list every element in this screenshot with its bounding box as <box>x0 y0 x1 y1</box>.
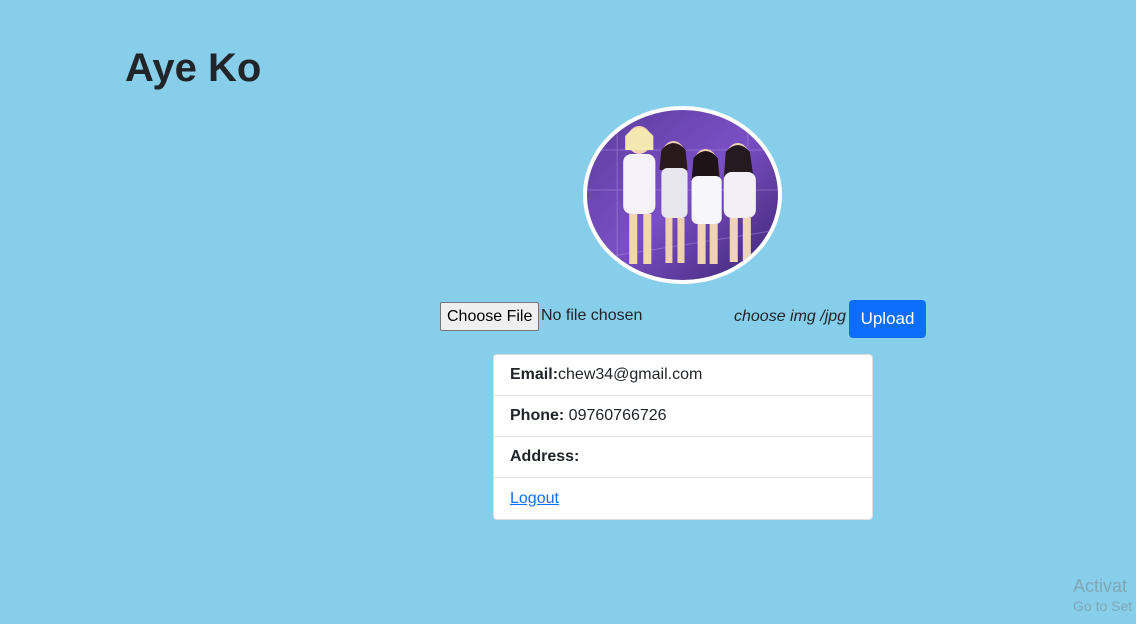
phone-label: Phone: <box>510 407 565 424</box>
watermark-line1: Activat <box>1073 576 1128 596</box>
activation-watermark: Activat Go to Set <box>1073 575 1132 615</box>
choose-file-button[interactable]: Choose File <box>440 302 540 331</box>
profile-photo-icon <box>587 110 778 280</box>
phone-value: 09760766726 <box>568 407 667 424</box>
profile-avatar <box>583 106 782 284</box>
page-title: Aye Ko <box>125 46 262 90</box>
address-row: Address: <box>494 437 872 478</box>
file-status-text: No file chosen <box>541 307 643 324</box>
email-row: Email: chew34@gmail.com <box>494 355 872 396</box>
logout-link[interactable]: Logout <box>510 490 559 508</box>
address-label: Address: <box>510 448 580 465</box>
email-label: Email: <box>510 366 559 383</box>
profile-info-list: Email: chew34@gmail.com Phone: 0976076672… <box>493 354 873 520</box>
watermark-line2: Go to Set <box>1073 598 1133 614</box>
file-type-hint: choose img /jpg <box>734 308 847 325</box>
upload-button[interactable]: Upload <box>849 300 926 338</box>
email-value: chew34@gmail.com <box>558 366 703 383</box>
logout-row: Logout <box>494 478 872 519</box>
profile-page: Aye Ko Choose File No file chosen choose… <box>0 0 1136 624</box>
phone-row: Phone: 09760766726 <box>494 396 872 437</box>
